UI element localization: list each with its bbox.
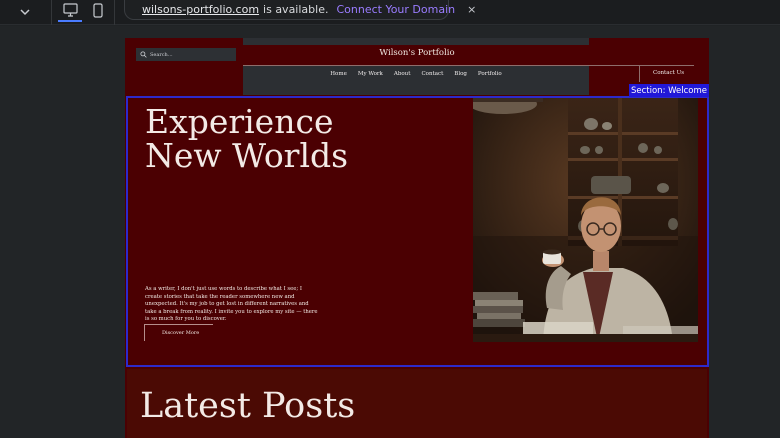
editor-topbar: wilsons-portfolio.com is available. Conn… <box>0 0 780 25</box>
nav-item-blog[interactable]: Blog <box>454 71 467 77</box>
latest-posts-section[interactable]: Latest Posts <box>127 369 707 438</box>
section-label-tag[interactable]: Section: Welcome <box>629 84 709 97</box>
section-selection-frame <box>126 96 709 367</box>
site-nav: Home My Work About Contact Blog Portfoli… <box>243 71 589 77</box>
mobile-view-button[interactable] <box>90 2 106 20</box>
nav-item-my-work[interactable]: My Work <box>358 71 383 77</box>
nav-item-contact[interactable]: Contact <box>421 71 443 77</box>
site-search-box[interactable]: Search... <box>136 48 236 61</box>
nav-item-about[interactable]: About <box>394 71 411 77</box>
chevron-down-icon[interactable] <box>18 5 32 19</box>
mobile-icon <box>93 3 103 18</box>
contact-us-button[interactable]: Contact Us <box>653 70 684 76</box>
domain-banner: wilsons-portfolio.com is available. Conn… <box>124 0 476 20</box>
search-icon <box>140 51 147 58</box>
domain-status: is available. <box>263 3 329 16</box>
desktop-icon <box>63 3 78 17</box>
contact-button-wrap: Contact Us <box>639 66 709 82</box>
nav-item-portfolio[interactable]: Portfolio <box>478 71 502 77</box>
nav-item-home[interactable]: Home <box>330 71 347 77</box>
close-icon[interactable]: × <box>467 3 476 16</box>
toolbar-divider <box>114 0 115 25</box>
domain-name-link[interactable]: wilsons-portfolio.com <box>142 3 259 16</box>
site-search-placeholder: Search... <box>150 51 173 58</box>
latest-posts-title[interactable]: Latest Posts <box>140 386 355 426</box>
header-strip <box>243 38 589 45</box>
desktop-view-button[interactable] <box>58 0 82 22</box>
toolbar-divider <box>51 0 52 25</box>
connect-domain-link[interactable]: Connect Your Domain <box>336 3 455 16</box>
site-title[interactable]: Wilson's Portfolio <box>325 48 509 58</box>
